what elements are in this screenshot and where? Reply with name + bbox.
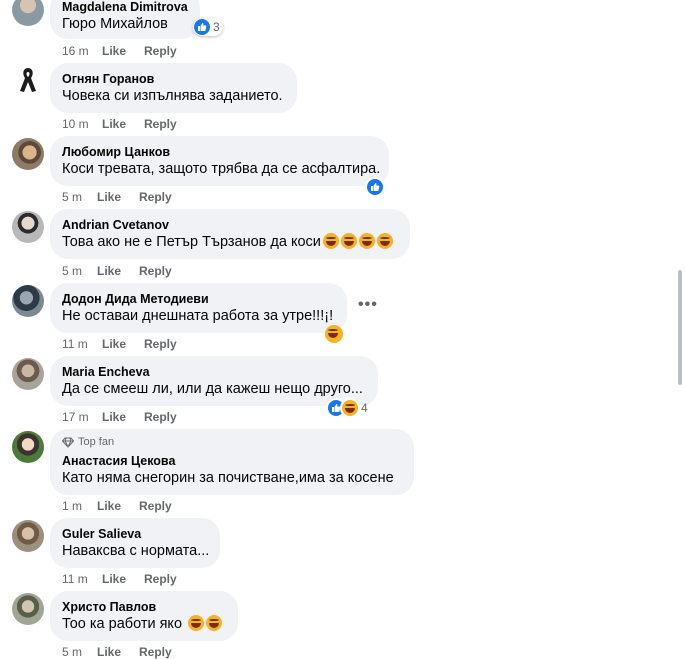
comment-text: Тоо ка работи яко — [62, 615, 226, 634]
comment-time[interactable]: 5 m — [62, 190, 97, 204]
avatar[interactable] — [12, 431, 44, 463]
black-ribbon-icon — [20, 68, 36, 92]
like-button[interactable]: Like — [102, 410, 144, 424]
reply-button[interactable]: Reply — [139, 645, 172, 659]
comment-actions: 1 m Like Reply — [62, 499, 172, 513]
comment-bubble: Andrian Cvetanov Това ако не е Петър Тър… — [50, 209, 410, 259]
comment-bubble: Додон Дида Методиеви Не оставаи днешната… — [50, 283, 347, 333]
more-options-icon[interactable]: ••• — [358, 296, 378, 314]
diamond-icon — [62, 437, 74, 448]
comment-actions: 5 m Like Reply — [62, 190, 172, 204]
comment-text-content: Това ако не е Петър Тързанов да коси — [62, 234, 321, 250]
like-reaction-icon — [194, 19, 210, 35]
avatar[interactable] — [12, 285, 44, 317]
comment-text: Гюро Михайлов — [62, 16, 168, 32]
comment-bubble: Top fan Анастасия Цекова Като няма снего… — [50, 429, 414, 495]
comment-text: Наваксва с нормата... — [62, 543, 210, 559]
like-button[interactable]: Like — [102, 44, 144, 58]
laughing-emoji-icon — [206, 615, 223, 631]
comment-time[interactable]: 5 m — [62, 645, 97, 659]
comment-text: Не оставаи днешната работа за утре!!!¡! — [62, 308, 334, 324]
haha-reaction-icon — [342, 400, 358, 416]
comment-actions: 11 m Like Reply — [62, 337, 177, 351]
like-button[interactable]: Like — [97, 264, 139, 278]
reaction-count: 4 — [361, 401, 368, 415]
comment-time[interactable]: 10 m — [62, 117, 102, 131]
reply-button[interactable]: Reply — [144, 117, 177, 131]
comment-actions: 10 m Like Reply — [62, 117, 177, 131]
comment-time[interactable]: 11 m — [62, 337, 102, 351]
reaction-summary[interactable]: 4 — [328, 399, 368, 417]
like-button[interactable]: Like — [97, 190, 139, 204]
comment-actions: 5 m Like Reply — [62, 645, 172, 659]
avatar[interactable] — [12, 211, 44, 243]
top-fan-label: Top fan — [78, 436, 115, 448]
reply-button[interactable]: Reply — [139, 499, 172, 513]
comment-bubble: Любомир Цанков Коси тревата, защото тряб… — [50, 136, 389, 186]
comment-author[interactable]: Христо Павлов — [62, 599, 226, 615]
avatar[interactable] — [12, 64, 44, 96]
laughing-emoji-icon — [358, 233, 375, 249]
laughing-emoji-icon — [322, 233, 339, 249]
comment-actions: 5 m Like Reply — [62, 264, 172, 278]
comment-bubble: Maria Encheva Да се смееш ли, или да каж… — [50, 356, 378, 406]
top-fan-badge: Top fan — [62, 435, 402, 449]
reply-button[interactable]: Reply — [144, 572, 177, 586]
reply-button[interactable]: Reply — [144, 337, 177, 351]
reaction-summary[interactable]: 3 — [193, 18, 223, 36]
laughing-emoji-icon — [340, 233, 357, 249]
comment-author[interactable]: Maria Encheva — [62, 364, 366, 380]
comment-author[interactable]: Magdalena Dimitrova — [62, 0, 188, 15]
like-button[interactable]: Like — [97, 645, 139, 659]
like-button[interactable]: Like — [102, 337, 144, 351]
avatar[interactable] — [12, 358, 44, 390]
like-button[interactable]: Like — [97, 499, 139, 513]
reply-button[interactable]: Reply — [139, 190, 172, 204]
comment-time[interactable]: 5 m — [62, 264, 97, 278]
comment-text: Като няма снегорин за почистване,има за … — [62, 470, 394, 486]
comment-author[interactable]: Любомир Цанков — [62, 144, 377, 160]
reaction-count: 3 — [213, 20, 220, 34]
laughing-emoji-icon — [188, 615, 205, 631]
like-button[interactable]: Like — [102, 572, 144, 586]
comment-author[interactable]: Andrian Cvetanov — [62, 217, 398, 233]
comment-author[interactable]: Guler Salieva — [62, 526, 208, 542]
comment-actions: 11 m Like Reply — [62, 572, 177, 586]
comment-bubble: Magdalena Dimitrova Гюро Михайлов — [50, 0, 200, 39]
comment-text: Коси тревата, защото трябва да се асфалт… — [62, 161, 381, 177]
haha-reaction-icon — [325, 325, 343, 343]
comment-text: Това ако не е Петър Тързанов да коси — [62, 233, 398, 252]
like-reaction-icon — [367, 179, 383, 195]
reply-button[interactable]: Reply — [139, 264, 172, 278]
reply-button[interactable]: Reply — [144, 44, 177, 58]
scrollbar[interactable] — [678, 270, 682, 385]
comment-bubble: Guler Salieva Наваксва с нормата... — [50, 518, 220, 568]
comment-time[interactable]: 17 m — [62, 410, 102, 424]
comment-actions: 17 m Like Reply — [62, 410, 177, 424]
avatar[interactable] — [12, 520, 44, 552]
avatar[interactable] — [12, 138, 44, 170]
comment-author[interactable]: Додон Дида Методиеви — [62, 291, 335, 307]
comment-time[interactable]: 16 m — [62, 44, 102, 58]
comment-actions: 16 m Like Reply — [62, 44, 177, 58]
comment-text-content: Тоо ка работи яко — [62, 616, 183, 632]
comment-bubble: Христо Павлов Тоо ка работи яко — [50, 591, 238, 641]
comment-author[interactable]: Анастасия Цекова — [62, 453, 402, 469]
avatar[interactable] — [12, 593, 44, 625]
like-button[interactable]: Like — [102, 117, 144, 131]
comment-text: Човека си изпълнява заданието. — [62, 88, 283, 104]
avatar[interactable] — [12, 0, 44, 26]
comment-time[interactable]: 1 m — [62, 499, 97, 513]
laughing-emoji-icon — [376, 233, 393, 249]
reaction-summary[interactable] — [325, 325, 343, 343]
reaction-summary[interactable] — [367, 178, 383, 196]
reply-button[interactable]: Reply — [144, 410, 177, 424]
comment-bubble: Огнян Горанов Човека си изпълнява задани… — [50, 63, 297, 113]
comment-time[interactable]: 11 m — [62, 572, 102, 586]
comment-text: Да се смееш ли, или да кажеш нещо друго.… — [62, 381, 363, 397]
comment-author[interactable]: Огнян Горанов — [62, 71, 285, 87]
